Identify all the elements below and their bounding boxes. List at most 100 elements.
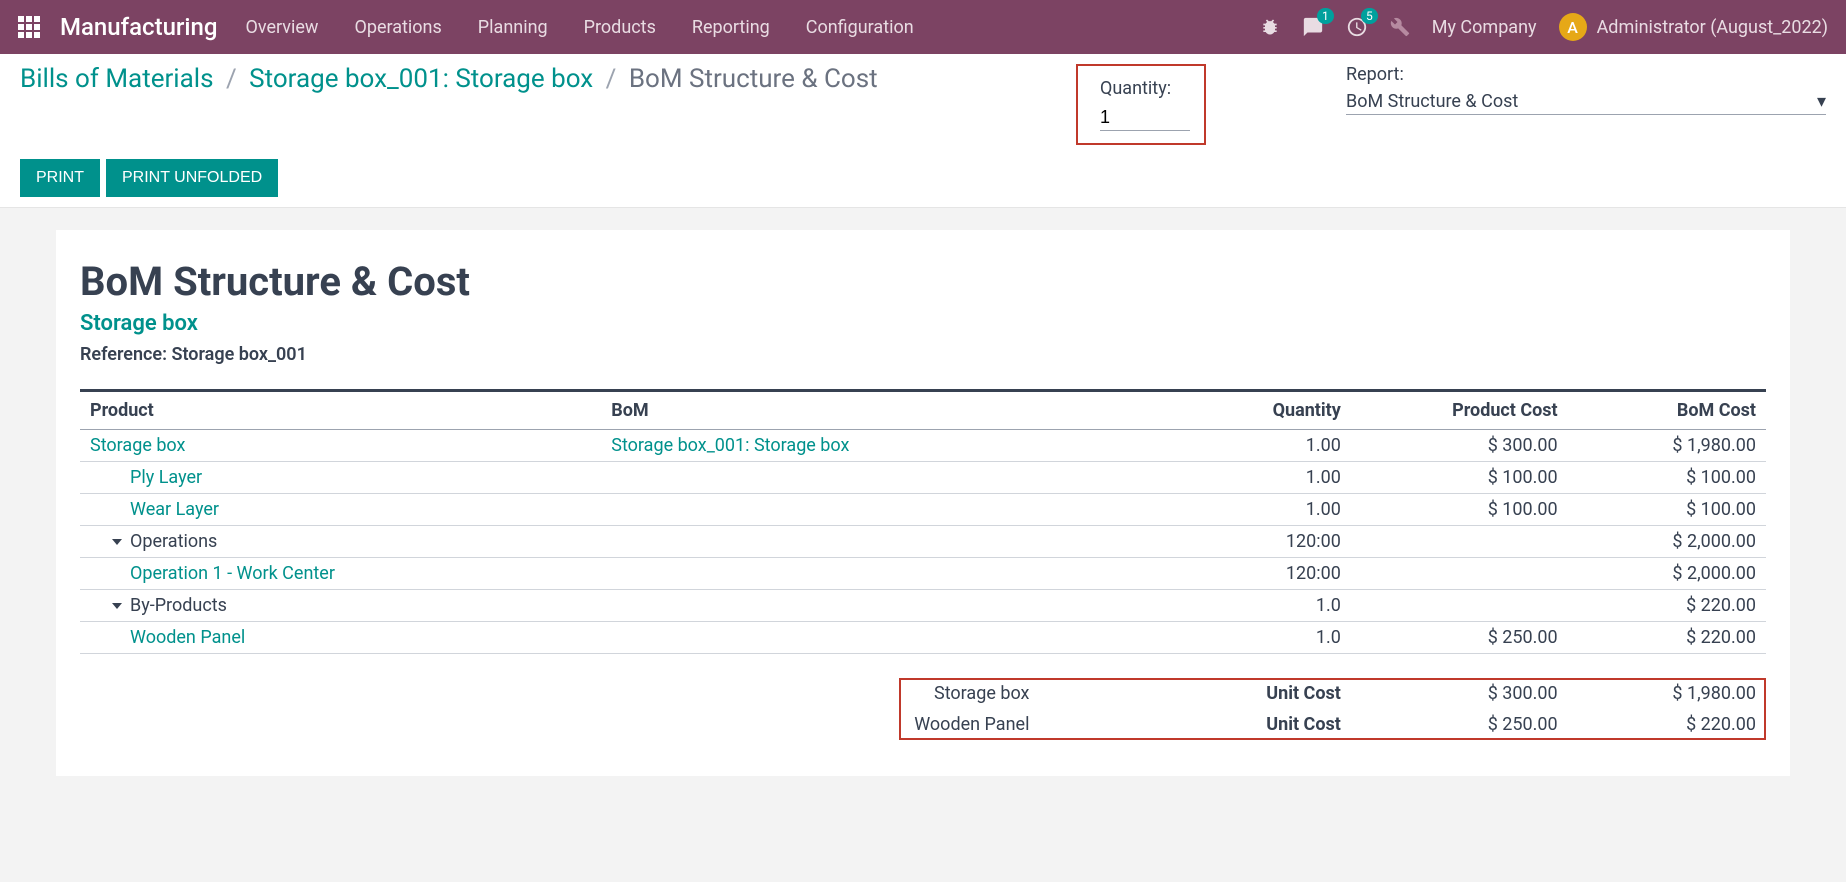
cell-bom-cost: $ 220.00	[1568, 590, 1766, 622]
cell-product-cost: $ 100.00	[1351, 494, 1568, 526]
main-content: BoM Structure & Cost Storage box Referen…	[0, 208, 1846, 816]
table-row: Operation 1 - Work Center 120:00 $ 2,000.0…	[80, 558, 1766, 590]
col-bom: BoM	[601, 391, 1039, 430]
cell-bom-cost: $ 2,000.00	[1568, 526, 1766, 558]
table-row: Ply Layer1.00$ 100.00$ 100.00	[80, 462, 1766, 494]
messages-icon[interactable]: 1	[1302, 16, 1324, 38]
nav-operations[interactable]: Operations	[354, 17, 441, 38]
product-link[interactable]: Ply Layer	[130, 467, 202, 488]
cell-quantity: 1.00	[1039, 494, 1350, 526]
breadcrumb-sep: /	[226, 64, 237, 94]
table-row: Storage box Storage box_001: Storage box 1…	[80, 430, 1766, 462]
cell-product: Wear Layer	[80, 494, 601, 526]
cell-bom	[601, 462, 1039, 494]
summary-row: Wooden PanelUnit Cost$ 250.00$ 220.00	[80, 709, 1766, 740]
col-product: Product	[80, 391, 601, 430]
report-value: BoM Structure & Cost	[1346, 91, 1518, 112]
cell-bom	[601, 590, 1039, 622]
quantity-label: Quantity:	[1100, 78, 1188, 99]
activities-icon[interactable]: 5	[1346, 16, 1368, 38]
summary-table: Storage boxUnit Cost$ 300.00$ 1,980.00Wo…	[80, 678, 1766, 740]
cell-bom	[601, 494, 1039, 526]
cell-bom	[601, 526, 1039, 558]
quantity-input[interactable]	[1100, 105, 1190, 131]
cell-product: Ply Layer	[80, 462, 601, 494]
report-label: Report:	[1346, 64, 1826, 85]
product-link[interactable]: Operation 1 - Work Center	[130, 563, 335, 584]
cell-product-cost: $ 300.00	[1351, 430, 1568, 462]
col-bom-cost: BoM Cost	[1568, 391, 1766, 430]
activities-badge: 5	[1361, 8, 1378, 24]
cell-product-cost: $ 100.00	[1351, 462, 1568, 494]
avatar: A	[1559, 13, 1587, 41]
cell-quantity: 120:00	[1039, 558, 1350, 590]
chevron-down-icon: ▾	[1817, 91, 1826, 112]
summary-bom-cost: $ 220.00	[1568, 709, 1766, 740]
print-unfolded-button[interactable]: PRINT UNFOLDED	[106, 159, 278, 197]
summary-bom-cost: $ 1,980.00	[1568, 678, 1766, 709]
cell-quantity: 1.00	[1039, 430, 1350, 462]
table-row: Operations 120:00 $ 2,000.00	[80, 526, 1766, 558]
user-menu[interactable]: A Administrator (August_2022)	[1559, 13, 1828, 41]
apps-icon[interactable]	[18, 16, 40, 38]
print-button[interactable]: PRINT	[20, 159, 100, 197]
summary-section: Storage boxUnit Cost$ 300.00$ 1,980.00Wo…	[80, 678, 1766, 740]
caret-down-icon[interactable]	[112, 539, 122, 545]
product-link[interactable]: Wear Layer	[130, 499, 219, 520]
report-card: BoM Structure & Cost Storage box Referen…	[56, 230, 1790, 776]
bom-table: Product BoM Quantity Product Cost BoM Co…	[80, 389, 1766, 654]
product-link[interactable]: Storage box	[90, 435, 185, 456]
action-buttons: PRINT PRINT UNFOLDED	[20, 159, 1826, 197]
summary-label: Unit Cost	[1039, 678, 1350, 709]
brand-title[interactable]: Manufacturing	[60, 13, 217, 41]
bug-icon[interactable]	[1260, 17, 1280, 37]
cell-product: Storage box	[80, 430, 601, 462]
col-quantity: Quantity	[1039, 391, 1350, 430]
cell-product: By-Products	[80, 590, 601, 622]
cell-product: Wooden Panel	[80, 622, 601, 654]
report-select[interactable]: BoM Structure & Cost ▾	[1346, 89, 1826, 115]
summary-product: Storage box	[601, 678, 1039, 709]
cell-bom	[601, 622, 1039, 654]
cell-bom: Storage box_001: Storage box	[601, 430, 1039, 462]
cell-product: Operation 1 - Work Center	[80, 558, 601, 590]
quantity-box: Quantity:	[1076, 64, 1206, 145]
bom-link[interactable]: Storage box_001: Storage box	[611, 435, 849, 456]
cell-product-cost	[1351, 558, 1568, 590]
cell-quantity: 120:00	[1039, 526, 1350, 558]
cell-quantity: 1.0	[1039, 622, 1350, 654]
nav-items: Overview Operations Planning Products Re…	[245, 17, 1259, 38]
user-name: Administrator (August_2022)	[1597, 17, 1828, 38]
cell-bom-cost: $ 100.00	[1568, 494, 1766, 526]
breadcrumb-sep: /	[606, 64, 617, 94]
page-title: BoM Structure & Cost	[80, 258, 1766, 305]
nav-products[interactable]: Products	[584, 17, 656, 38]
breadcrumb-bom[interactable]: Bills of Materials	[20, 64, 214, 94]
nav-configuration[interactable]: Configuration	[806, 17, 914, 38]
product-link[interactable]: Wooden Panel	[130, 627, 245, 648]
nav-right: 1 5 My Company A Administrator (August_2…	[1260, 13, 1828, 41]
cell-bom-cost: $ 220.00	[1568, 622, 1766, 654]
table-row: By-Products 1.0 $ 220.00	[80, 590, 1766, 622]
breadcrumb-product[interactable]: Storage box_001: Storage box	[249, 64, 593, 94]
tools-icon[interactable]	[1390, 17, 1410, 37]
summary-product-cost: $ 250.00	[1351, 709, 1568, 740]
cell-empty	[80, 709, 601, 740]
cell-product-cost: $ 250.00	[1351, 622, 1568, 654]
main-navbar: Manufacturing Overview Operations Planni…	[0, 0, 1846, 54]
cell-bom-cost: $ 2,000.00	[1568, 558, 1766, 590]
nav-overview[interactable]: Overview	[245, 17, 318, 38]
company-selector[interactable]: My Company	[1432, 17, 1537, 38]
caret-down-icon[interactable]	[112, 603, 122, 609]
table-row: Wooden Panel 1.0$ 250.00$ 220.00	[80, 622, 1766, 654]
nav-reporting[interactable]: Reporting	[692, 17, 770, 38]
cell-quantity: 1.0	[1039, 590, 1350, 622]
control-bar: Bills of Materials / Storage box_001: St…	[0, 54, 1846, 208]
table-header-row: Product BoM Quantity Product Cost BoM Co…	[80, 391, 1766, 430]
breadcrumb-current: BoM Structure & Cost	[629, 64, 878, 94]
cell-product: Operations	[80, 526, 601, 558]
reference-line: Reference: Storage box_001	[80, 344, 1766, 365]
cell-bom-cost: $ 1,980.00	[1568, 430, 1766, 462]
summary-label: Unit Cost	[1039, 709, 1350, 740]
nav-planning[interactable]: Planning	[478, 17, 548, 38]
